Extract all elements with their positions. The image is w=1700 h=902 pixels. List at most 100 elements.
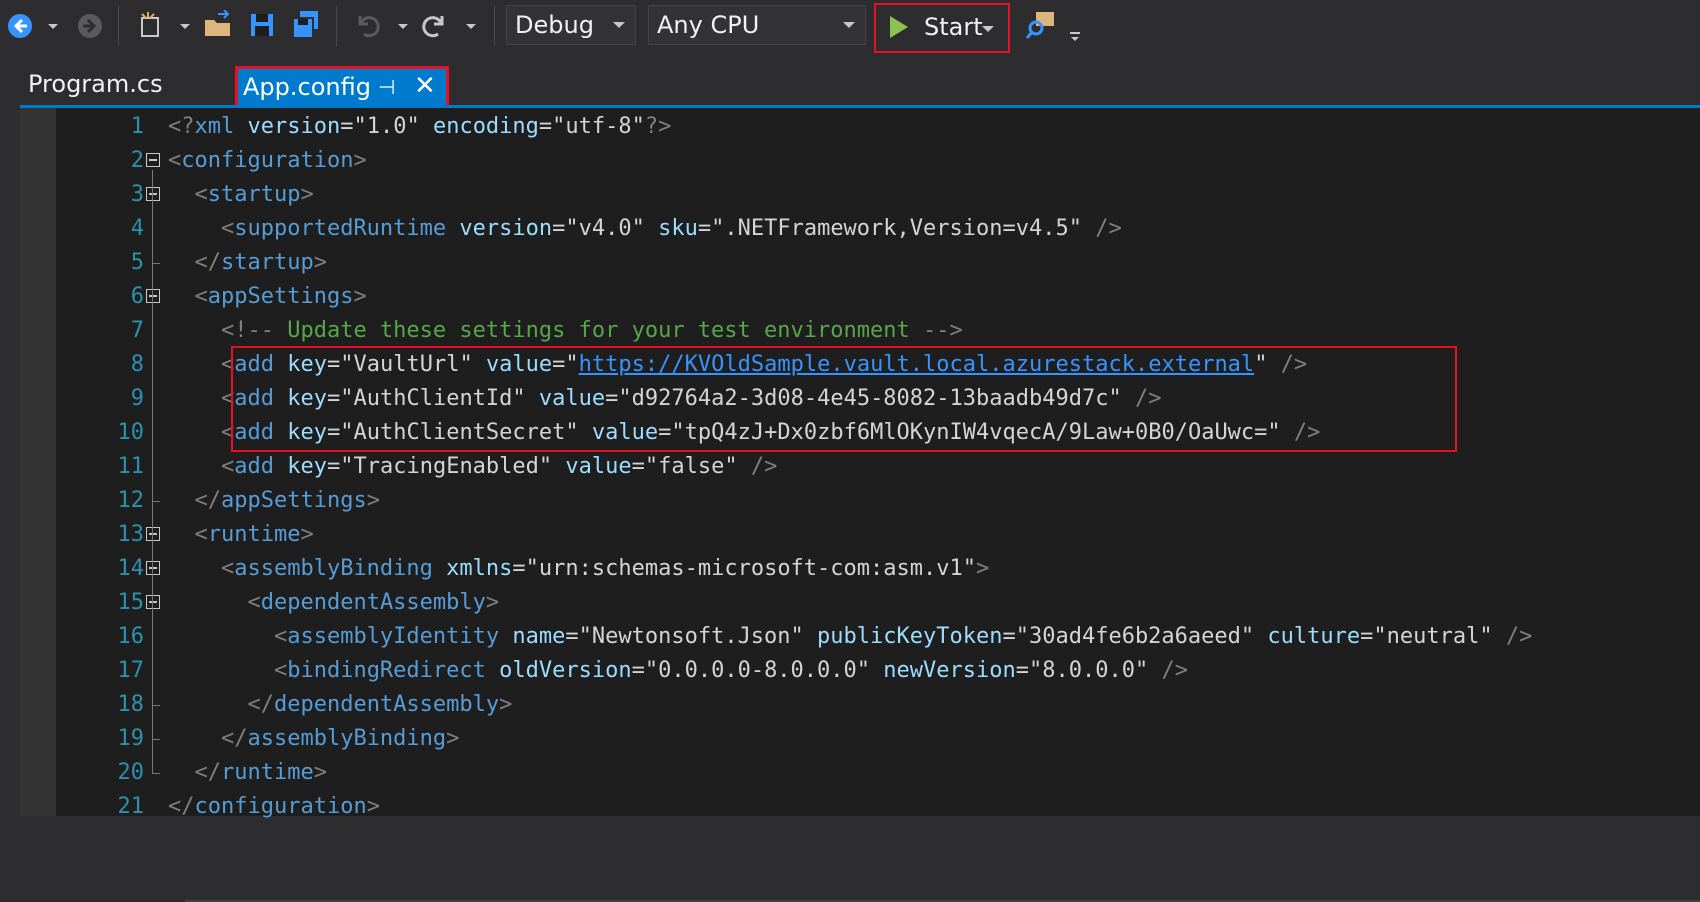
code-token: <: [273, 624, 288, 649]
code-line[interactable]: 19 </assemblyBinding>: [20, 722, 1700, 756]
line-number: 9: [130, 386, 144, 411]
line-number: 6: [130, 284, 144, 309]
code-token: =: [552, 216, 566, 241]
code-token: xml: [194, 114, 235, 139]
code-line[interactable]: 18 </dependentAssembly>: [20, 688, 1700, 722]
code-token: "utf-8": [552, 114, 645, 139]
code-line[interactable]: 3 <startup>: [20, 178, 1700, 212]
code-line[interactable]: 14 <assemblyBinding xmlns="urn:schemas-m…: [20, 552, 1700, 586]
code-token: />: [1505, 624, 1533, 649]
toolbar-overflow-icon[interactable]: [1068, 30, 1082, 44]
tab-program-cs[interactable]: Program.cs: [14, 64, 177, 104]
new-project-icon[interactable]: [136, 10, 166, 40]
code-line[interactable]: 13 <runtime>: [20, 518, 1700, 552]
undo-dropdown-icon[interactable]: [398, 24, 408, 29]
undo-icon[interactable]: [352, 10, 382, 40]
start-button[interactable]: Start: [874, 3, 1010, 53]
code-token: assemblyIdentity: [287, 624, 500, 649]
code-editor[interactable]: 1 <?xml version="1.0" encoding="utf-8"?> 2…: [20, 108, 1700, 902]
save-icon[interactable]: [248, 11, 276, 39]
code-line[interactable]: 5 </startup>: [20, 246, 1700, 280]
code-token: value: [538, 386, 606, 411]
back-arrow-icon[interactable]: [6, 12, 34, 40]
outline-guide: [152, 612, 153, 705]
code-line[interactable]: 2 <configuration>: [20, 144, 1700, 178]
start-dropdown-icon[interactable]: [982, 26, 994, 32]
collapse-toggle-icon[interactable]: [146, 289, 160, 303]
code-line[interactable]: 7 <!-- Update these settings for your te…: [20, 314, 1700, 348]
code-text: <runtime>: [168, 518, 314, 552]
collapse-toggle-icon[interactable]: [146, 561, 160, 575]
chevron-down-icon: [613, 22, 625, 28]
forward-arrow-icon[interactable]: [76, 12, 104, 40]
close-icon[interactable]: ✕: [414, 68, 436, 104]
collapse-toggle-icon[interactable]: [146, 527, 160, 541]
code-token: ": [565, 352, 579, 377]
code-token: "TracingEnabled": [340, 454, 553, 479]
collapse-toggle-icon[interactable]: [146, 187, 160, 201]
line-number: 4: [130, 216, 144, 241]
code-line[interactable]: 16 <assemblyIdentity name="Newtonsoft.Js…: [20, 620, 1700, 654]
code-token: >: [300, 522, 314, 547]
code-line[interactable]: 17 <bindingRedirect oldVersion="0.0.0.0-…: [20, 654, 1700, 688]
code-token: <: [194, 182, 208, 207]
code-text: <add key="AuthClientId" value="d92764a2-…: [168, 382, 1162, 416]
save-all-icon[interactable]: [290, 9, 322, 39]
redo-dropdown-icon[interactable]: [466, 24, 476, 29]
code-text: </dependentAssembly>: [168, 688, 512, 722]
tab-app-config[interactable]: App.config ⊣ ✕: [235, 66, 449, 108]
code-line[interactable]: 15 <dependentAssembly>: [20, 586, 1700, 620]
open-folder-icon[interactable]: [202, 10, 234, 40]
code-line[interactable]: 4 <supportedRuntime version="v4.0" sku="…: [20, 212, 1700, 246]
toolbar-separator: [336, 6, 337, 46]
redo-icon[interactable]: [420, 10, 450, 40]
code-text: <!-- Update these settings for your test…: [168, 314, 963, 348]
collapse-toggle-icon[interactable]: [146, 153, 160, 167]
code-text: </startup>: [168, 246, 327, 280]
code-token: =: [326, 454, 341, 479]
code-token: version: [247, 114, 341, 139]
solution-platform-dropdown[interactable]: Any CPU: [648, 5, 866, 45]
code-token: =: [552, 352, 566, 377]
code-line[interactable]: 12 </appSettings>: [20, 484, 1700, 518]
code-text: </appSettings>: [168, 484, 380, 518]
code-text: <startup>: [168, 178, 314, 212]
code-token: add: [234, 352, 274, 377]
code-token: >: [366, 794, 380, 819]
code-token: =: [1015, 658, 1029, 683]
code-token: xmlns: [446, 556, 513, 581]
code-line[interactable]: 11 <add key="TracingEnabled" value="fals…: [20, 450, 1700, 484]
pin-icon[interactable]: ⊣: [378, 69, 395, 105]
new-project-dropdown-icon[interactable]: [180, 24, 190, 29]
code-line[interactable]: 10 <add key="AuthClientSecret" value="tp…: [20, 416, 1700, 450]
code-line[interactable]: 8 <add key="VaultUrl" value="https://KVO…: [20, 348, 1700, 382]
back-dropdown-icon[interactable]: [48, 24, 58, 29]
collapse-toggle-icon[interactable]: [146, 595, 160, 609]
code-line[interactable]: 9 <add key="AuthClientId" value="d92764a…: [20, 382, 1700, 416]
code-line[interactable]: 6 <appSettings>: [20, 280, 1700, 314]
code-line[interactable]: 20 </runtime>: [20, 756, 1700, 790]
code-text: <configuration>: [168, 144, 367, 178]
find-in-files-icon[interactable]: [1024, 8, 1058, 42]
code-token: add: [234, 454, 274, 479]
code-line[interactable]: 21 </configuration>: [20, 790, 1700, 824]
code-line[interactable]: 1 <?xml version="1.0" encoding="utf-8"?>: [20, 110, 1700, 144]
code-token: <: [220, 454, 235, 479]
code-token[interactable]: https://KVOldSample.vault.local.azuresta…: [579, 352, 1255, 377]
solution-configuration-dropdown[interactable]: Debug: [506, 5, 636, 45]
code-token: supportedRuntime: [234, 216, 447, 241]
code-token: "Newtonsoft.Json": [578, 624, 804, 649]
code-token: >: [485, 590, 500, 615]
